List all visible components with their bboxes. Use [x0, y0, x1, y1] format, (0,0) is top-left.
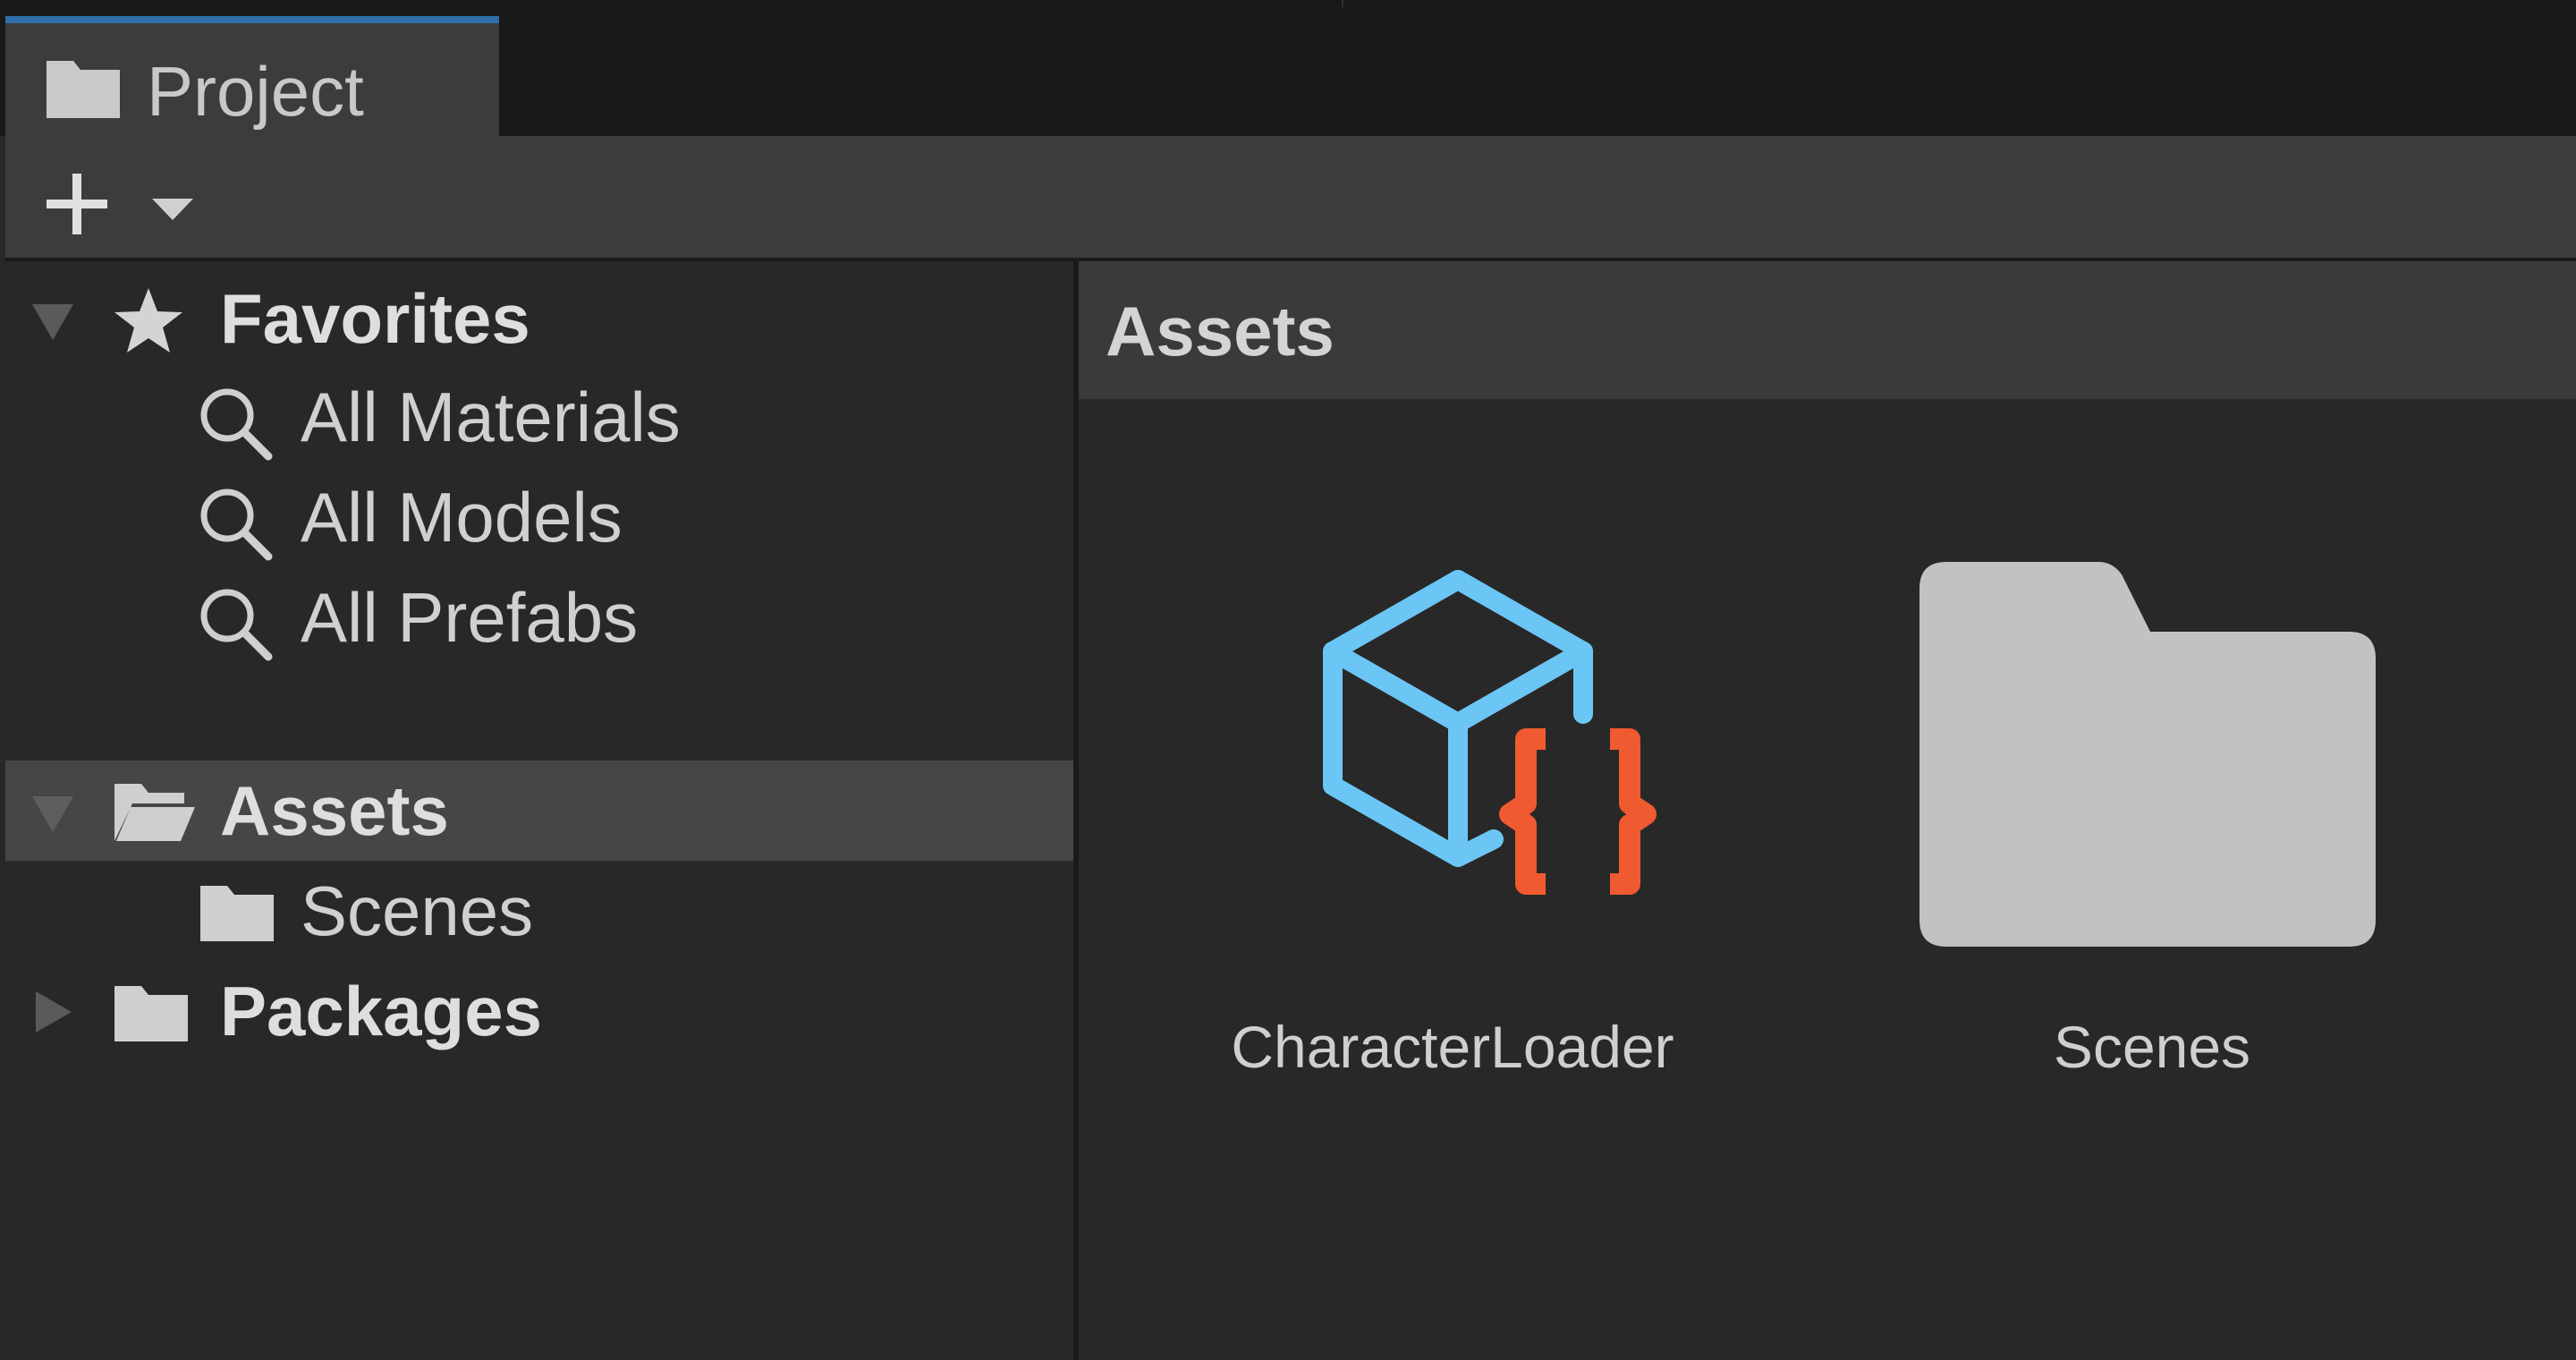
tree-row-all-materials[interactable]: All Materials — [5, 367, 1073, 467]
folder-icon — [47, 61, 120, 118]
folder-icon — [200, 886, 274, 941]
tree-row-packages[interactable]: Packages — [5, 961, 1073, 1061]
plus-icon — [47, 174, 107, 234]
expand-arrow-down-icon[interactable] — [29, 789, 77, 837]
toolbar — [5, 136, 2576, 261]
tree-row-scenes[interactable]: Scenes — [5, 861, 1073, 961]
csharp-script-icon — [1323, 570, 1657, 895]
breadcrumb: Assets — [1079, 261, 2576, 399]
asset-label-scenes: Scenes — [2053, 1014, 2251, 1080]
folder-icon — [114, 986, 188, 1041]
folder-open-icon — [114, 784, 195, 841]
breadcrumb-assets[interactable]: Assets — [1106, 288, 1335, 374]
window-top-strip — [0, 0, 2576, 16]
caret-down-icon — [152, 199, 193, 220]
folder-icon — [1919, 562, 2376, 947]
tree-label-packages: Packages — [220, 972, 542, 1050]
folder-tree-panel: Favorites All Materials All Models All P… — [5, 261, 1073, 1360]
asset-item-characterloader[interactable]: CharacterLoader — [1148, 562, 1703, 1188]
star-icon — [114, 288, 182, 353]
tree-row-all-models[interactable]: All Models — [5, 467, 1073, 567]
project-window: Project Favorites All Materials All Mode… — [0, 0, 2576, 1360]
tree-label-all-models: All Models — [301, 478, 623, 557]
tab-project[interactable]: Project — [5, 23, 499, 136]
tree-label-all-materials: All Materials — [301, 378, 681, 456]
tab-active-accent — [5, 16, 499, 23]
search-icon — [200, 489, 273, 561]
asset-label-characterloader: CharacterLoader — [1231, 1014, 1674, 1080]
tree-row-all-prefabs[interactable]: All Prefabs — [5, 567, 1073, 667]
tree-label-favorites: Favorites — [220, 279, 530, 358]
tab-label: Project — [147, 52, 364, 131]
expand-arrow-down-icon[interactable] — [29, 297, 77, 345]
asset-grid-panel: Assets CharacterLoader Scenes — [1079, 261, 2576, 1360]
tree-label-scenes: Scenes — [301, 871, 534, 950]
create-menu-button[interactable] — [32, 157, 211, 247]
asset-item-scenes[interactable]: Scenes — [1857, 562, 2411, 1188]
tree-label-assets: Assets — [220, 771, 449, 850]
tab-bar: Project — [0, 16, 2576, 136]
search-icon — [200, 388, 273, 461]
top-strip-divider — [1342, 0, 1343, 7]
tree-row-assets[interactable]: Assets — [5, 761, 1073, 861]
tree-row-favorites[interactable]: Favorites — [5, 267, 1073, 367]
tree-label-all-prefabs: All Prefabs — [301, 578, 639, 657]
search-icon — [200, 589, 273, 661]
expand-arrow-right-icon[interactable] — [29, 988, 77, 1036]
